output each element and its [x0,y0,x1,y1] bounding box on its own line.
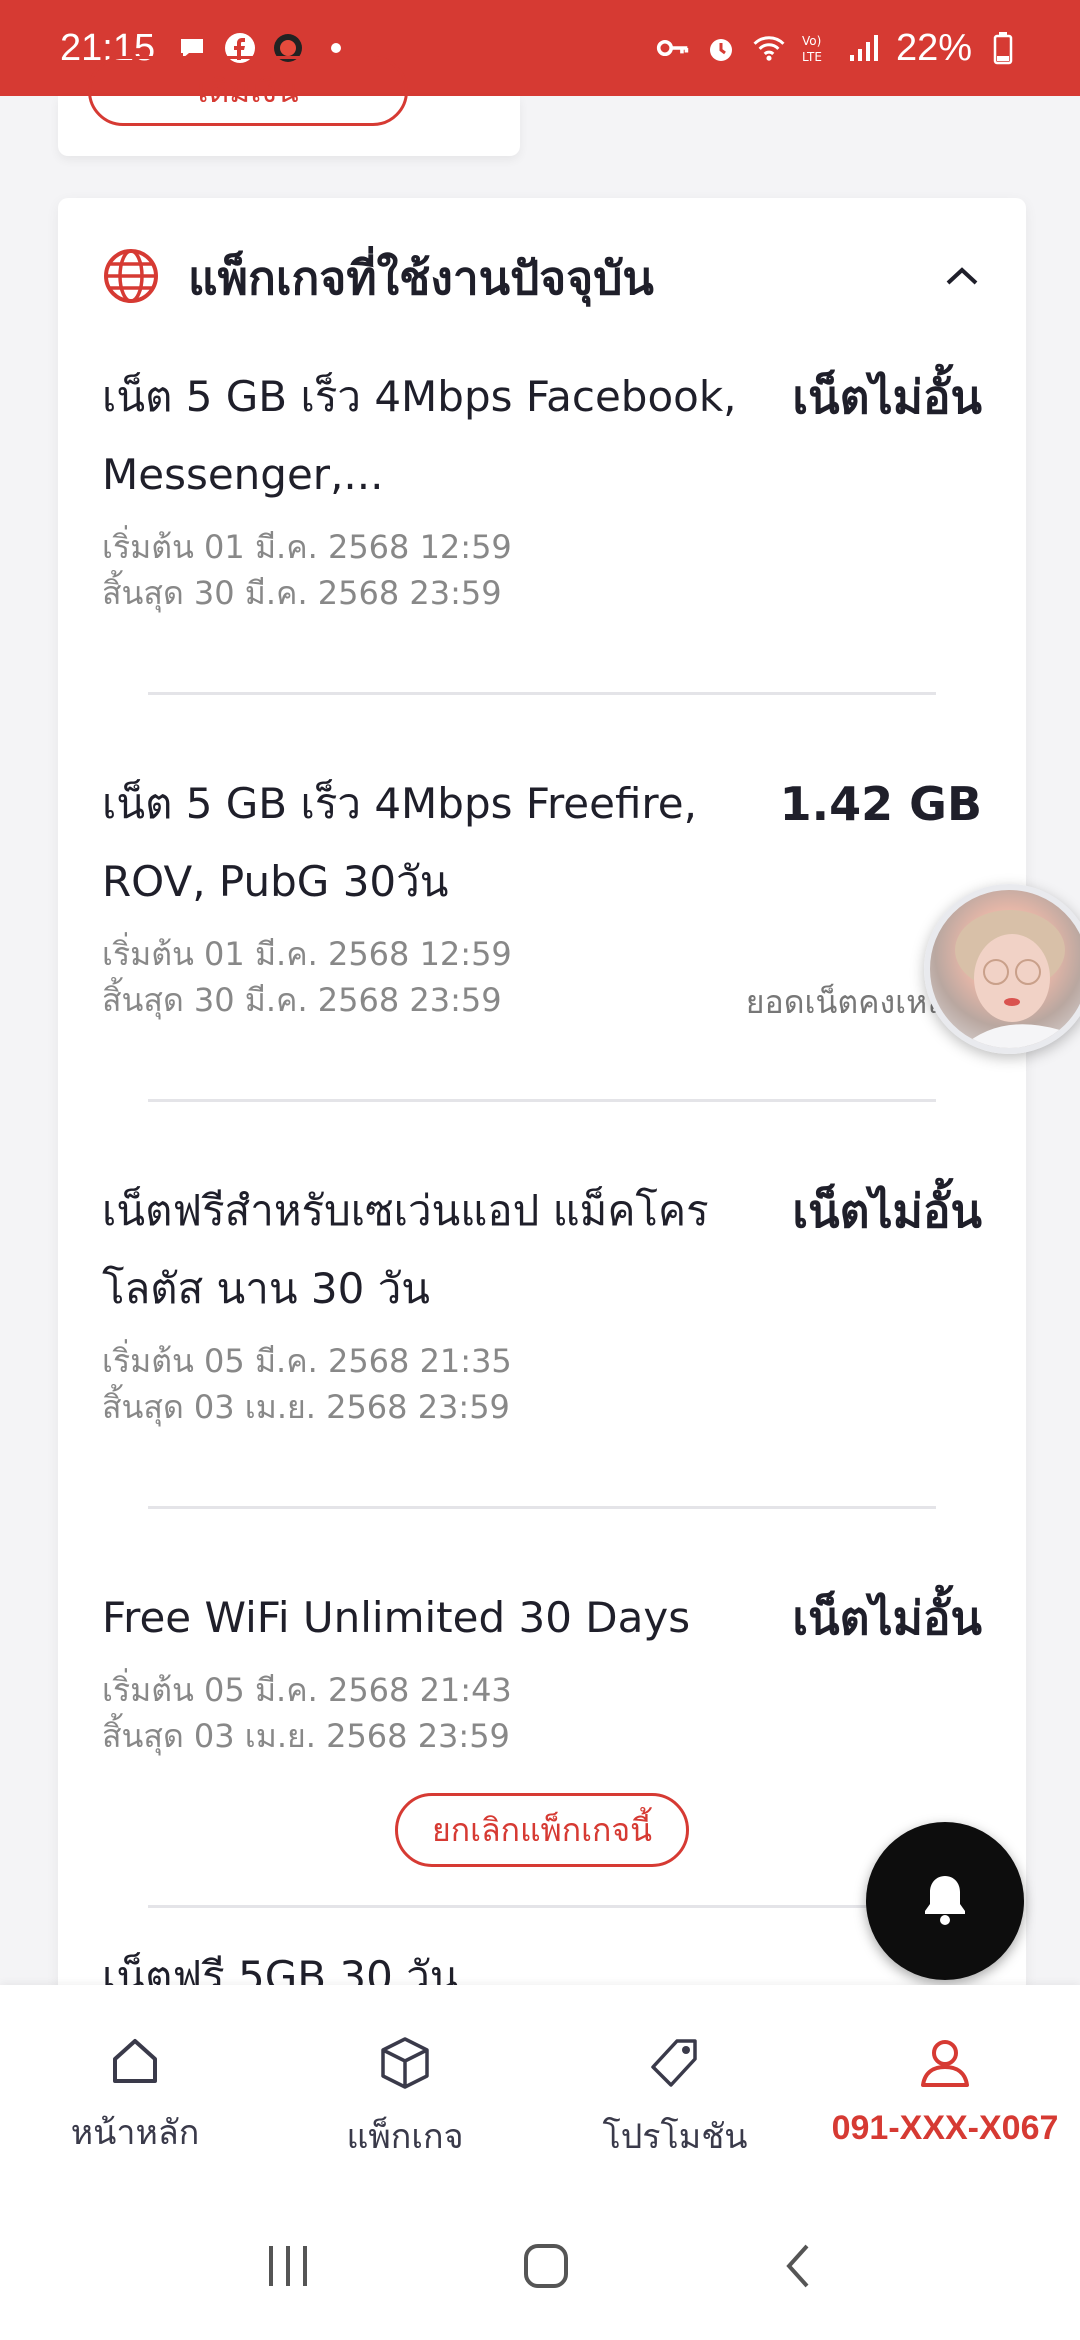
package-value: เน็ตไม่อั้น [792,1184,982,1238]
nav-label-phone-number: 091-XXX-X067 [831,2109,1059,2147]
home-button-icon[interactable] [522,2242,570,2294]
divider [148,1506,936,1509]
notification-bell-button[interactable] [866,1822,1024,1980]
package-item: เน็ตฟรีสำหรับเซเว่นแอป แม็คโคร โลตัส นาน… [58,1172,1026,1430]
package-value: เน็ตไม่อั้น [792,370,982,424]
current-packages-card: แพ็กเกจที่ใช้งานปัจจุบัน เน็ต 5 GB เร็ว … [58,198,1026,2018]
bottom-nav: หน้าหลัก แพ็กเกจ โปรโมชัน 091-XXX-X067 [0,1985,1080,2195]
package-name: เน็ต 5 GB เร็ว 4Mbps Facebook, Messenger… [102,372,737,499]
package-start: เริ่มต้น 01 มี.ค. 2568 12:59 [102,528,512,566]
nav-item-home[interactable]: หน้าหลัก [0,1985,270,2195]
divider [148,1099,936,1102]
package-dates: เริ่มต้น 05 มี.ค. 2568 21:43 สิ้นสุด 03 … [102,1667,982,1759]
svg-text:Vo): Vo) [802,34,821,48]
package-value: 1.42 GB [779,777,982,831]
divider [148,692,936,695]
nav-label: หน้าหลัก [70,2113,200,2153]
alarm-icon [704,31,738,65]
cancel-package-button[interactable]: ยกเลิกแพ็กเกจนี้ [395,1793,689,1867]
card-title: แพ็กเกจที่ใช้งานปัจจุบัน [188,250,654,305]
key-icon [656,31,690,65]
wifi-icon [752,31,786,65]
package-start: เริ่มต้น 01 มี.ค. 2568 12:59 [102,935,512,973]
package-dates: เริ่มต้น 01 มี.ค. 2568 12:59 สิ้นสุด 30 … [102,524,982,616]
package-name: เน็ตฟรีสำหรับเซเว่นแอป แม็คโคร โลตัส นาน… [102,1186,709,1313]
recent-apps-icon[interactable] [265,2244,311,2292]
previous-card: เติมเงิน [58,56,520,156]
chevron-up-icon[interactable] [942,263,982,293]
divider [148,1905,936,1908]
chat-head-avatar[interactable] [924,884,1080,1054]
svg-text:LTE: LTE [802,50,822,64]
nav-label: แพ็กเกจ [346,2117,464,2157]
battery-icon [986,31,1020,65]
nav-item-account[interactable]: 091-XXX-X067 [810,1985,1080,2195]
package-name: Free WiFi Unlimited 30 Days [102,1593,691,1642]
package-value: เน็ตไม่อั้น [792,1591,982,1645]
card-header[interactable]: แพ็กเกจที่ใช้งานปัจจุบัน [58,198,1026,358]
home-icon [109,2035,161,2091]
package-end: สิ้นสุด 30 มี.ค. 2568 23:59 [102,574,502,612]
globe-icon [102,247,160,309]
package-item: เน็ต 5 GB เร็ว 4Mbps Freefire, ROV, PubG… [58,765,1026,1023]
volte-icon: Vo) LTE [800,31,834,65]
nav-label: โปรโมชัน [602,2117,748,2157]
user-icon [917,2035,973,2095]
package-name: เน็ต 5 GB เร็ว 4Mbps Freefire, ROV, PubG… [102,779,697,906]
back-icon[interactable] [781,2242,815,2294]
package-start: เริ่มต้น 05 มี.ค. 2568 21:35 [102,1342,512,1380]
package-end: สิ้นสุด 03 เม.ย. 2568 23:59 [102,1717,510,1755]
nav-item-promotion[interactable]: โปรโมชัน [540,1985,810,2195]
package-end: สิ้นสุด 03 เม.ย. 2568 23:59 [102,1388,510,1426]
system-nav-bar [0,2195,1080,2340]
topup-button[interactable]: เติมเงิน [88,56,408,126]
bell-icon [920,1872,970,1930]
package-item: Free WiFi Unlimited 30 Days เน็ตไม่อั้น … [58,1579,1026,1867]
signal-icon [848,31,882,65]
package-item: เน็ต 5 GB เร็ว 4Mbps Facebook, Messenger… [58,358,1026,616]
tag-icon [647,2035,703,2095]
battery-percent: 22% [895,26,972,69]
package-start: เริ่มต้น 05 มี.ค. 2568 21:43 [102,1671,512,1709]
package-icon [377,2035,433,2095]
package-dates: เริ่มต้น 05 มี.ค. 2568 21:35 สิ้นสุด 03 … [102,1338,982,1430]
nav-item-package[interactable]: แพ็กเกจ [270,1985,540,2195]
